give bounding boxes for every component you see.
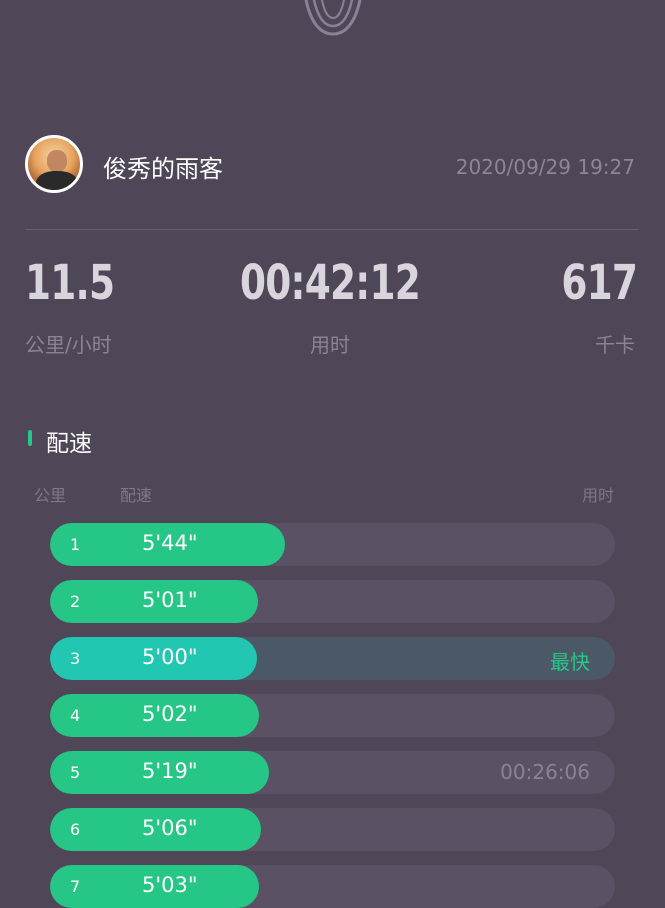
column-header-km: 公里	[34, 486, 67, 505]
km-number: 7	[70, 877, 81, 896]
column-header-pace: 配速	[120, 486, 153, 505]
pace-value: 5'44"	[142, 531, 198, 555]
pace-row[interactable]: 4 5'02"	[50, 694, 615, 737]
section-marker	[28, 430, 32, 446]
pace-row[interactable]: 7 5'03"	[50, 865, 615, 908]
avatar-head-shape	[47, 150, 67, 172]
pace-row[interactable]: 6 5'06"	[50, 808, 615, 851]
km-number: 4	[70, 706, 81, 725]
pace-value: 5'00"	[142, 645, 198, 669]
km-number: 2	[70, 592, 81, 611]
activity-timestamp: 2020/09/29 19:27	[455, 155, 635, 179]
username[interactable]: 俊秀的雨客	[103, 149, 223, 184]
pace-row[interactable]: 3 5'00" 最快	[50, 637, 615, 680]
km-number: 3	[70, 649, 81, 668]
pace-value: 5'06"	[142, 816, 198, 840]
avatar-body-shape	[36, 171, 78, 190]
pace-row[interactable]: 2 5'01"	[50, 580, 615, 623]
divider	[25, 229, 639, 230]
pace-row[interactable]: 5 5'19" 00:26:06	[50, 751, 615, 794]
pace-section-title: 配速	[46, 431, 92, 457]
column-header-time: 用时	[581, 486, 614, 505]
pace-value: 5'02"	[142, 702, 198, 726]
pace-value: 5'01"	[142, 588, 198, 612]
stat-duration-value: 00:42:12	[239, 255, 421, 311]
stat-calories-label: 千卡	[595, 333, 635, 357]
pace-row[interactable]: 1 5'44"	[50, 523, 615, 566]
stat-speed-value: 11.5	[25, 255, 115, 311]
pace-value: 5'19"	[142, 759, 198, 783]
km-number: 5	[70, 763, 81, 782]
stat-duration-label: 用时	[310, 333, 350, 357]
avatar[interactable]	[25, 135, 83, 193]
pace-value: 5'03"	[142, 873, 198, 897]
km-number: 1	[70, 535, 81, 554]
stat-calories-value: 617	[561, 255, 638, 311]
fastest-badge: 最快	[550, 650, 590, 674]
brand-logo-icon	[304, 0, 362, 36]
profile-header: 俊秀的雨客 2020/09/29 19:27	[25, 135, 637, 199]
stat-speed-label: 公里/小时	[25, 333, 112, 357]
cumulative-time: 00:26:06	[500, 760, 590, 784]
km-number: 6	[70, 820, 81, 839]
